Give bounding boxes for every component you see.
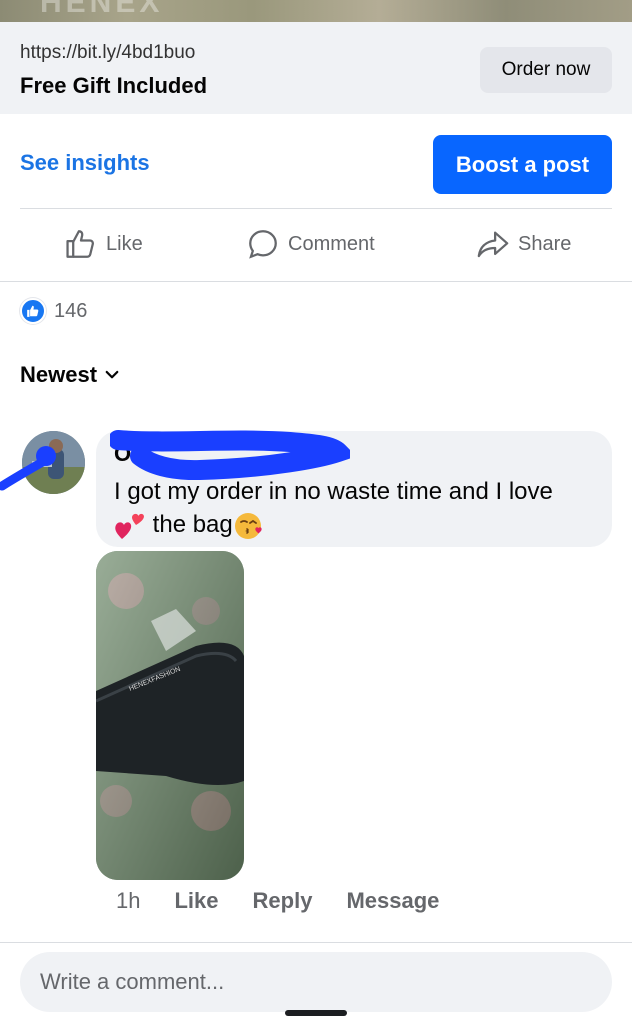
banner-text: HENEX bbox=[40, 0, 164, 19]
order-now-button[interactable]: Order now bbox=[480, 47, 612, 93]
thumbs-up-icon bbox=[66, 230, 94, 258]
chevron-down-icon bbox=[105, 370, 119, 379]
comment-sort-dropdown[interactable]: Newest bbox=[20, 362, 121, 388]
divider bbox=[0, 281, 632, 282]
like-label: Like bbox=[106, 232, 143, 255]
comment-message-button[interactable]: Message bbox=[346, 888, 439, 914]
comment-label: Comment bbox=[288, 232, 375, 255]
comment-like-button[interactable]: Like bbox=[174, 888, 218, 914]
comment-button[interactable]: Comment bbox=[246, 224, 375, 264]
link-title: Free Gift Included bbox=[20, 73, 208, 98]
comment-text-line1: I got my order in no waste time and I lo… bbox=[114, 478, 553, 505]
comment-text: I got my order in no waste time and I lo… bbox=[114, 475, 604, 541]
redaction-mark bbox=[0, 446, 56, 491]
comment-icon bbox=[249, 230, 277, 259]
home-indicator[interactable] bbox=[285, 1010, 347, 1016]
link-preview-card[interactable]: https://bit.ly/4bd1buo Free Gift Include… bbox=[0, 22, 632, 114]
reaction-summary[interactable]: 146 bbox=[20, 298, 87, 324]
post-action-bar: Like Comment Share bbox=[0, 212, 632, 278]
redaction-mark bbox=[110, 430, 350, 480]
link-url: https://bit.ly/4bd1buo bbox=[20, 42, 196, 63]
reaction-count: 146 bbox=[54, 299, 88, 322]
like-button[interactable]: Like bbox=[64, 224, 143, 264]
divider bbox=[0, 942, 632, 943]
write-comment-input[interactable] bbox=[20, 952, 612, 1012]
see-insights-link[interactable]: See insights bbox=[20, 150, 150, 176]
heart-icon bbox=[115, 513, 144, 539]
comment-text-line2: the bag bbox=[152, 511, 233, 538]
comment-meta: 1h Like Reply Message bbox=[116, 888, 473, 914]
boost-post-button[interactable]: Boost a post bbox=[433, 135, 612, 194]
comment-photo[interactable]: HENEXFASHION bbox=[96, 551, 244, 880]
comment-time[interactable]: 1h bbox=[116, 888, 140, 914]
post-image-bottom-strip[interactable]: HENEX bbox=[0, 0, 632, 22]
share-button[interactable]: Share bbox=[476, 224, 571, 264]
share-label: Share bbox=[518, 232, 572, 255]
kissing-face-icon bbox=[234, 512, 262, 539]
divider bbox=[20, 208, 612, 209]
share-icon bbox=[477, 231, 509, 258]
like-badge-icon bbox=[20, 298, 46, 324]
comment-reply-button[interactable]: Reply bbox=[253, 888, 313, 914]
sort-label: Newest bbox=[20, 362, 98, 387]
